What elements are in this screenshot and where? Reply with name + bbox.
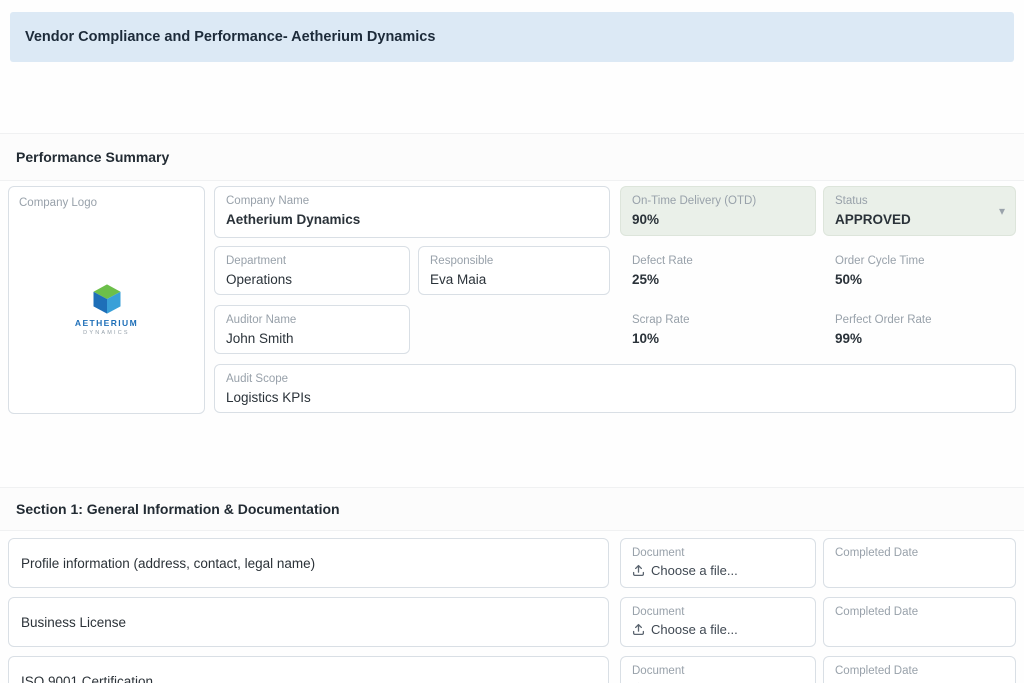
defect-rate-value: 25% <box>632 271 804 289</box>
department-label: Department <box>226 254 398 268</box>
company-name-value: Aetherium Dynamics <box>226 211 598 229</box>
auditor-name-label: Auditor Name <box>226 313 398 327</box>
order-cycle-time-label: Order Cycle Time <box>835 254 1004 268</box>
order-cycle-time-value: 50% <box>835 271 1004 289</box>
choose-file-label: Choose a file... <box>651 622 738 637</box>
choose-file-button[interactable]: Choose a file... <box>632 622 804 637</box>
choose-file-button[interactable]: Choose a file... <box>632 563 804 578</box>
checklist-item-profile: Profile information (address, contact, l… <box>8 538 609 588</box>
status-dropdown[interactable]: Status APPROVED ▾ <box>823 186 1016 236</box>
checklist-item-iso-certification: ISO 9001 Certification <box>8 656 609 683</box>
perfect-order-rate-field: Perfect Order Rate 99% <box>823 305 1016 354</box>
vendor-compliance-page: Vendor Compliance and Performance- Aethe… <box>0 0 1024 683</box>
department-value: Operations <box>226 271 398 289</box>
checklist-item-label: Business License <box>21 615 126 630</box>
checklist-item-label: ISO 9001 Certification <box>21 674 153 683</box>
performance-summary-header: Performance Summary <box>0 133 1024 181</box>
audit-scope-field[interactable]: Audit Scope Logistics KPIs <box>214 364 1016 413</box>
document-upload-field[interactable]: Document Choose a file... <box>620 597 816 647</box>
company-logo-field: Company Logo AETHERIUM DYNAMICS <box>8 186 205 414</box>
auditor-name-field[interactable]: Auditor Name John Smith <box>214 305 410 354</box>
completed-date-label: Completed Date <box>835 546 1004 560</box>
company-name-label: Company Name <box>226 194 598 208</box>
section1-header: Section 1: General Information & Documen… <box>0 487 1024 531</box>
choose-file-label: Choose a file... <box>651 563 738 578</box>
checklist-item-business-license: Business License <box>8 597 609 647</box>
document-label: Document <box>632 605 804 619</box>
otd-label: On-Time Delivery (OTD) <box>632 194 804 208</box>
responsible-label: Responsible <box>430 254 598 268</box>
responsible-value: Eva Maia <box>430 271 598 289</box>
document-upload-field[interactable]: Document Choose a file... <box>620 656 816 683</box>
company-logo-label: Company Logo <box>19 196 194 210</box>
completed-date-field[interactable]: Completed Date <box>823 538 1016 588</box>
upload-icon <box>632 564 645 577</box>
perfect-order-rate-label: Perfect Order Rate <box>835 313 1004 327</box>
audit-scope-value: Logistics KPIs <box>226 389 1004 407</box>
checklist-item-label: Profile information (address, contact, l… <box>21 556 315 571</box>
page-header: Vendor Compliance and Performance- Aethe… <box>10 12 1014 62</box>
document-label: Document <box>632 546 804 560</box>
company-logo-text-primary: AETHERIUM <box>75 318 138 328</box>
page-title: Vendor Compliance and Performance- Aethe… <box>25 29 435 45</box>
chevron-down-icon: ▾ <box>999 205 1005 217</box>
scrap-rate-value: 10% <box>632 330 804 348</box>
order-cycle-time-field: Order Cycle Time 50% <box>823 246 1016 295</box>
audit-scope-label: Audit Scope <box>226 372 1004 386</box>
completed-date-field[interactable]: Completed Date <box>823 597 1016 647</box>
status-label: Status <box>835 194 1004 208</box>
defect-rate-label: Defect Rate <box>632 254 804 268</box>
company-logo-icon <box>89 282 125 316</box>
status-value: APPROVED <box>835 211 1004 229</box>
completed-date-label: Completed Date <box>835 605 1004 619</box>
responsible-field[interactable]: Responsible Eva Maia <box>418 246 610 295</box>
otd-field: On-Time Delivery (OTD) 90% <box>620 186 816 236</box>
auditor-name-value: John Smith <box>226 330 398 348</box>
otd-value: 90% <box>632 211 804 229</box>
company-name-field[interactable]: Company Name Aetherium Dynamics <box>214 186 610 238</box>
company-logo-text-secondary: DYNAMICS <box>83 330 130 336</box>
section1-title: Section 1: General Information & Documen… <box>16 501 340 517</box>
upload-icon <box>632 623 645 636</box>
completed-date-label: Completed Date <box>835 664 1004 678</box>
document-upload-field[interactable]: Document Choose a file... <box>620 538 816 588</box>
company-logo: AETHERIUM DYNAMICS <box>19 213 194 404</box>
perfect-order-rate-value: 99% <box>835 330 1004 348</box>
department-field[interactable]: Department Operations <box>214 246 410 295</box>
scrap-rate-field: Scrap Rate 10% <box>620 305 816 354</box>
scrap-rate-label: Scrap Rate <box>632 313 804 327</box>
performance-summary-title: Performance Summary <box>16 149 169 165</box>
defect-rate-field: Defect Rate 25% <box>620 246 816 295</box>
completed-date-field[interactable]: Completed Date <box>823 656 1016 683</box>
document-label: Document <box>632 664 804 678</box>
